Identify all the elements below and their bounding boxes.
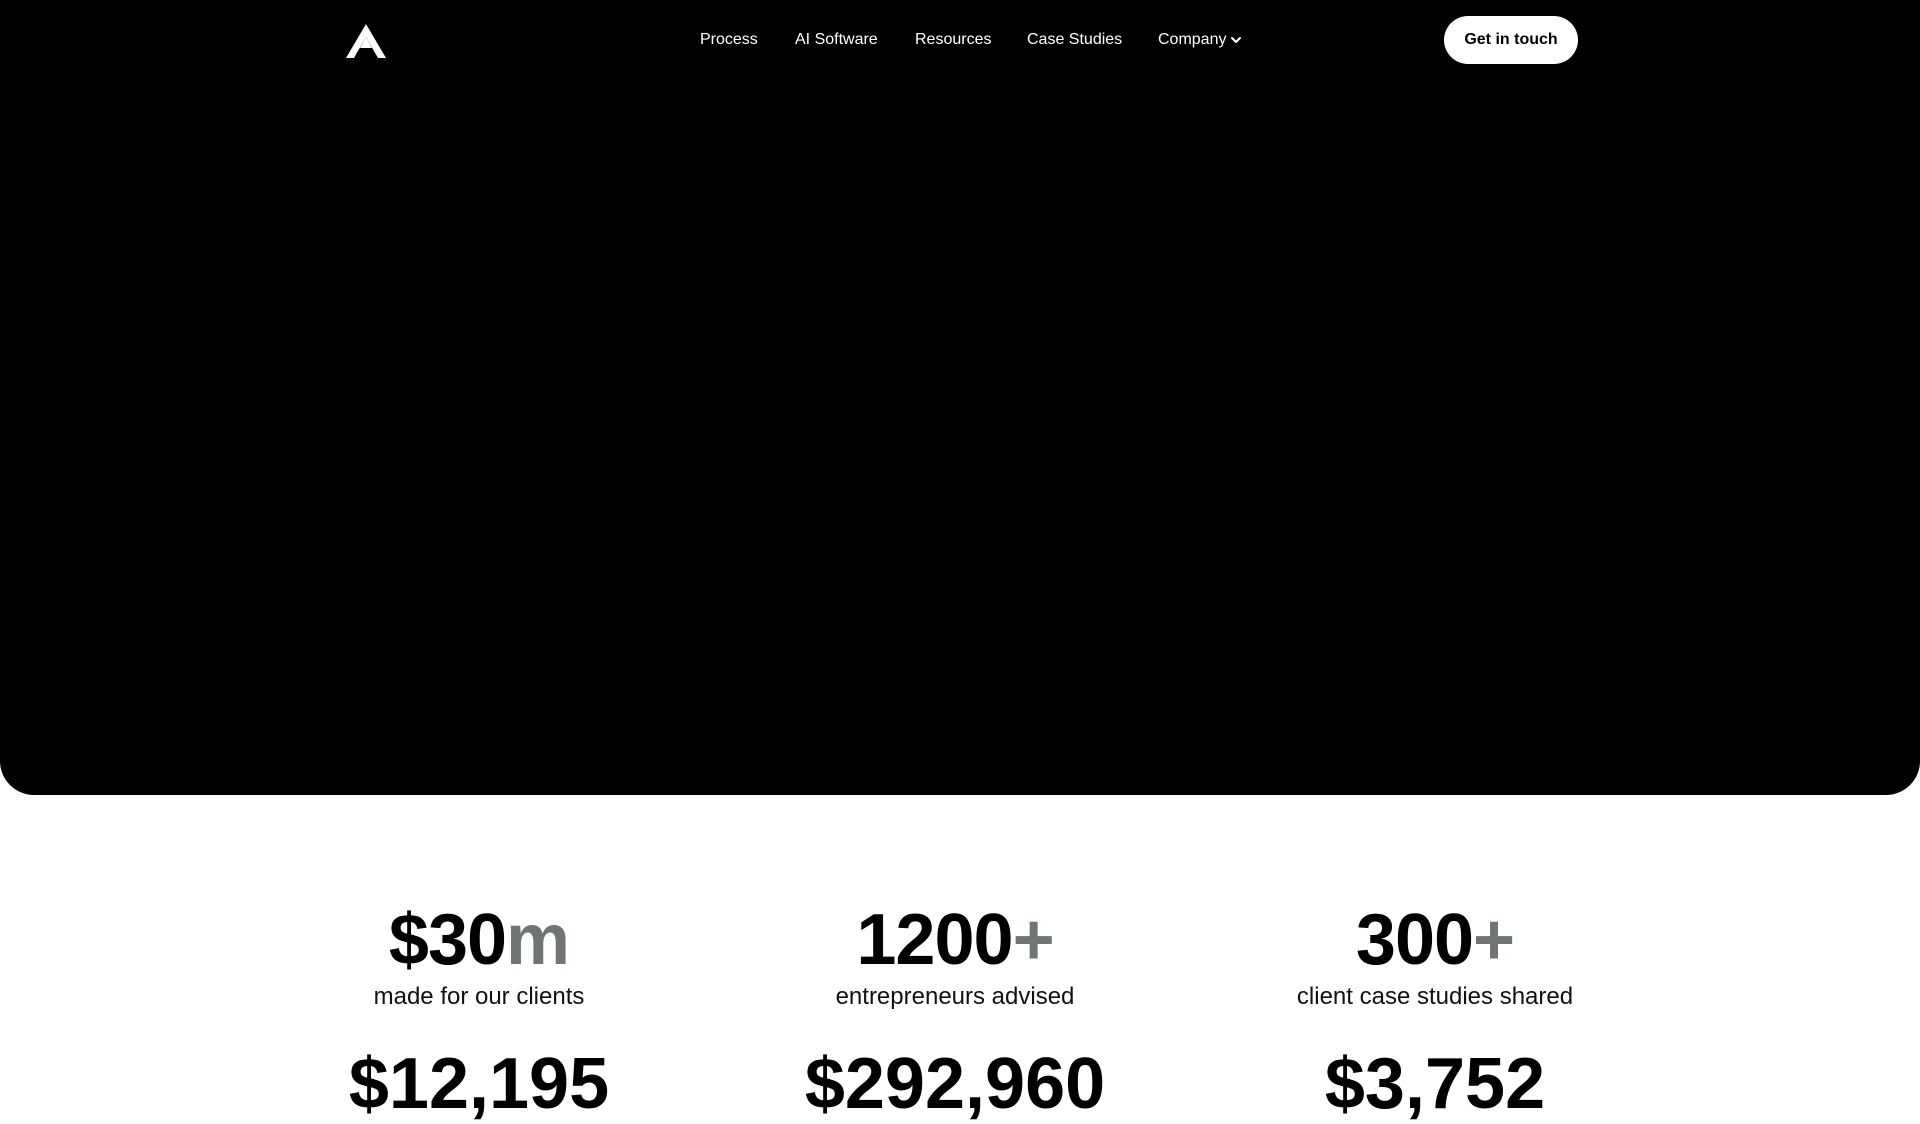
nav-item-ai-software[interactable]: AI Software (795, 28, 878, 52)
top-navigation: Process AI Software Resources Case Studi… (0, 0, 1920, 80)
stat-value: 1200+ (856, 900, 1054, 980)
get-in-touch-button[interactable]: Get in touch (1444, 16, 1578, 64)
stat-value-cut-off: $12,195 (348, 1044, 610, 1124)
stat-value: $30m (388, 900, 570, 980)
stat-value: 300+ (1355, 900, 1515, 980)
nav-item-case-studies[interactable]: Case Studies (1027, 28, 1122, 52)
stat-value-cut-off: $292,960 (804, 1044, 1106, 1124)
nav-item-company-label: Company (1158, 31, 1227, 48)
stat-label: entrepreneurs advised (835, 983, 1075, 1010)
stat-entrepreneurs: 1200+ entrepreneurs advised (735, 900, 1175, 1014)
nav-item-resources[interactable]: Resources (915, 28, 991, 52)
stat-label: made for our clients (373, 983, 585, 1010)
nav-item-company[interactable]: Company (1158, 28, 1242, 52)
stat-revenue: $30m made for our clients (259, 900, 699, 1014)
stat-label: client case studies shared (1296, 983, 1574, 1010)
nav-item-process[interactable]: Process (700, 28, 758, 52)
chevron-down-icon (1231, 37, 1242, 43)
stat-case-studies: 300+ client case studies shared (1215, 900, 1655, 1014)
hero-section (0, 0, 1920, 795)
stat-value-cut-off: $3,752 (1324, 1044, 1546, 1124)
